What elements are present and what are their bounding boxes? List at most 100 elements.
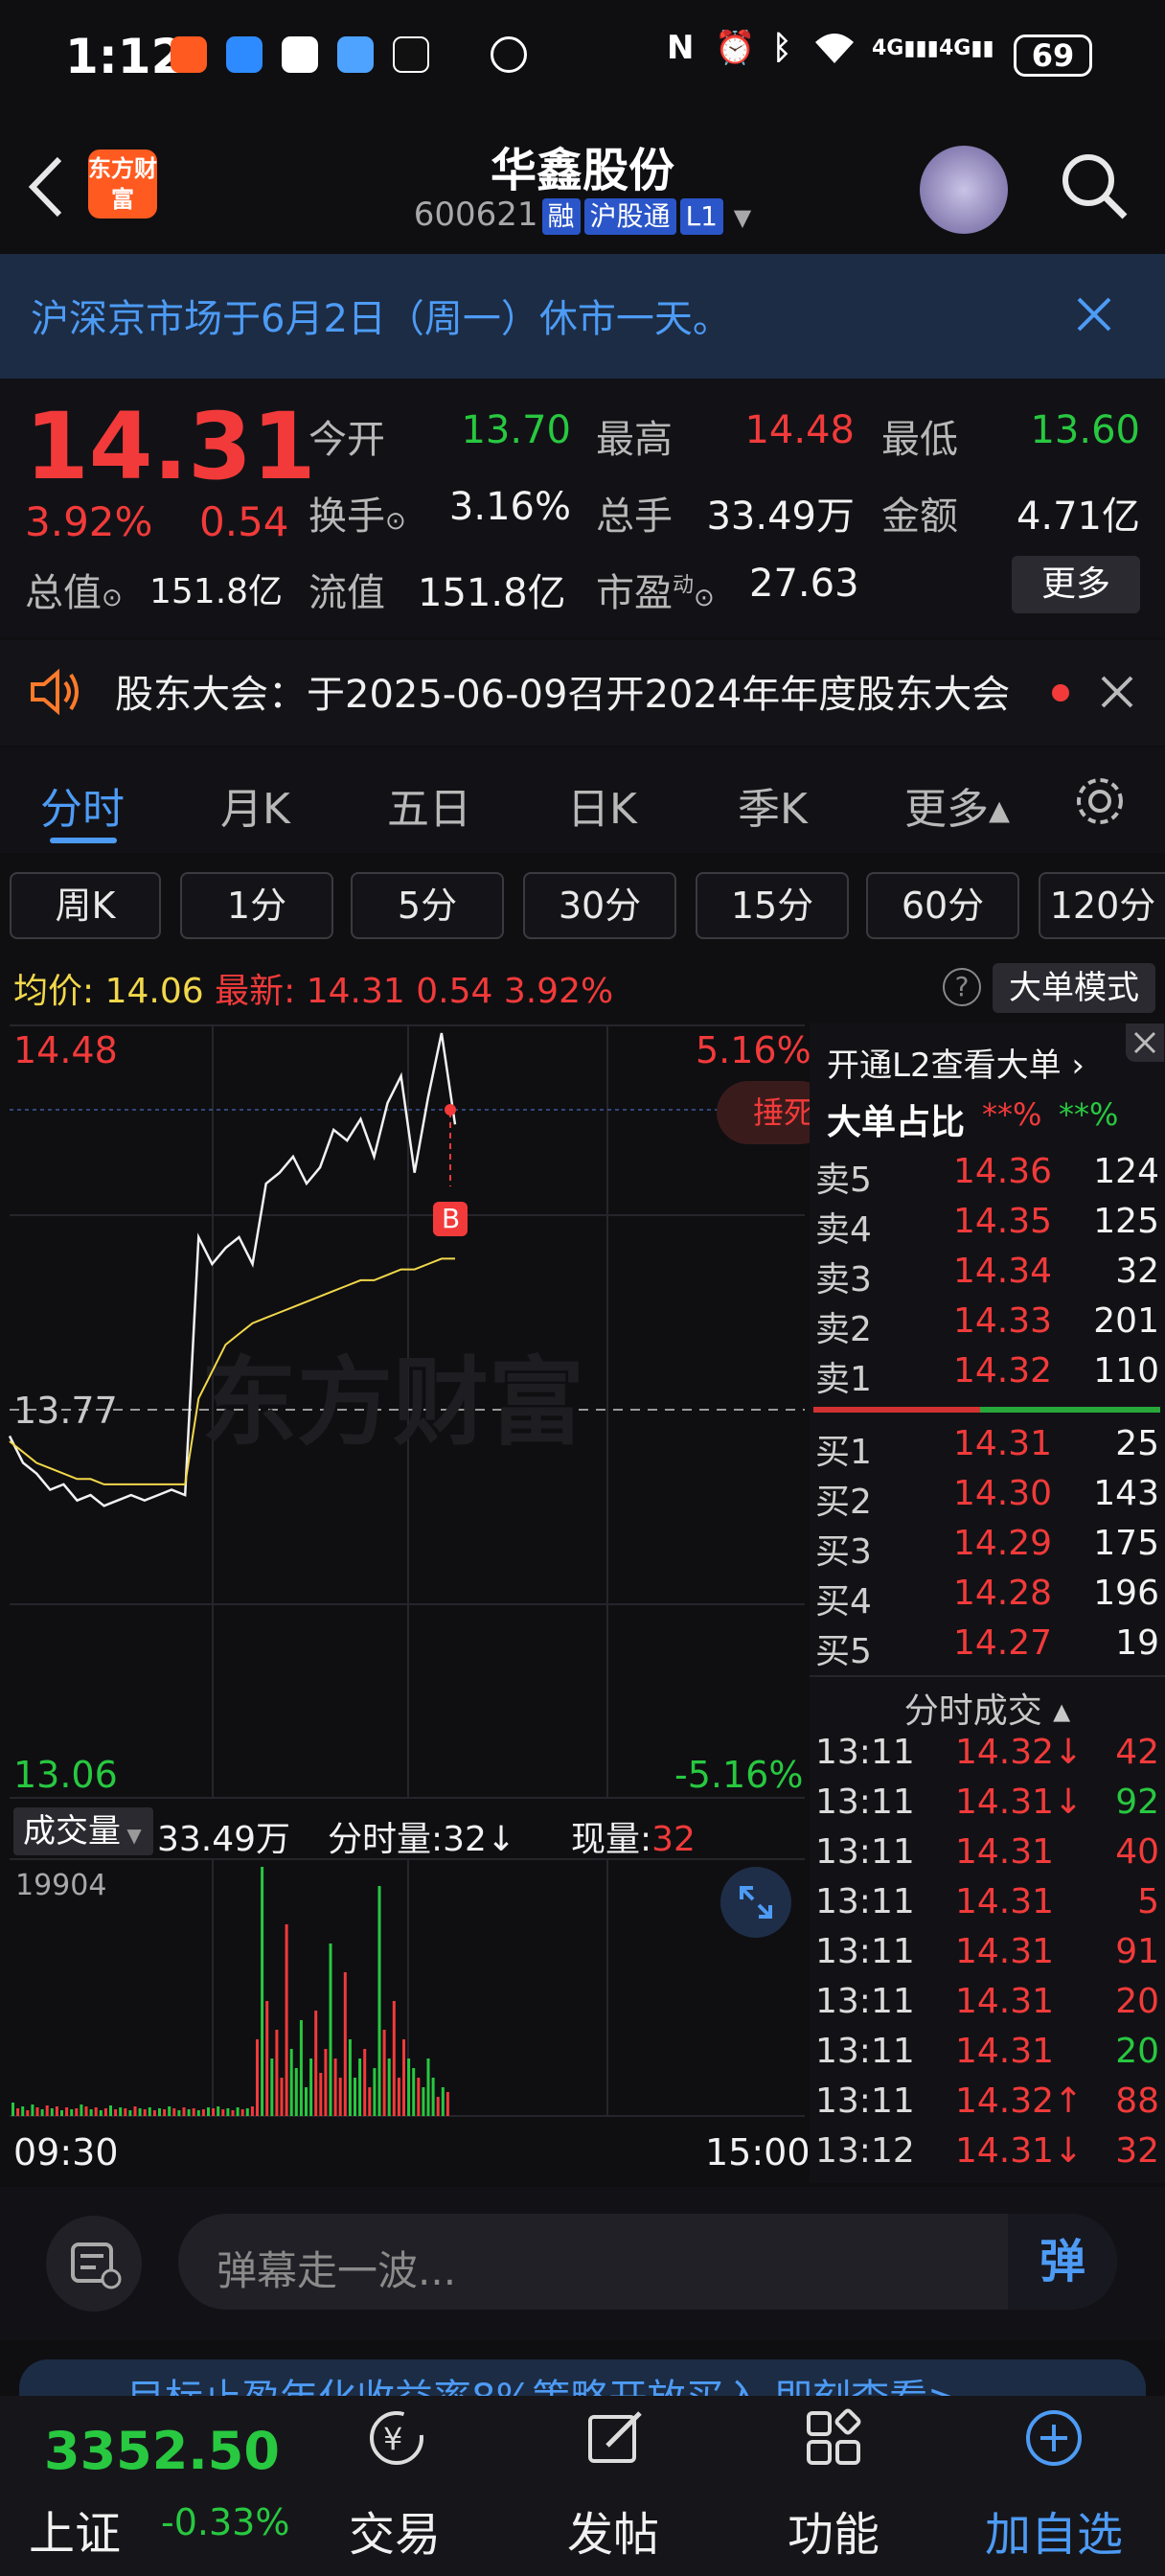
period-week[interactable]: 周K [10, 872, 161, 939]
nav-functions[interactable]: 功能 [738, 2496, 929, 2564]
volume-bar [275, 2030, 279, 2116]
big-order-red-ratio: **% [982, 1096, 1042, 1133]
volume-bar [172, 2108, 176, 2116]
tab-more[interactable]: 更多▴ [904, 774, 1010, 836]
period-5min[interactable]: 5分 [351, 872, 504, 939]
volume-bars-svg [10, 1858, 805, 2117]
low-value: 13.60 [1030, 408, 1140, 452]
period-120min[interactable]: 120分 [1039, 872, 1165, 939]
open-label: 今开 [308, 418, 385, 462]
tick-row: 13:11 14.32↑ 88 [810, 2082, 1165, 2131]
tick-time: 13:11 [815, 1733, 915, 1772]
volume-bar [445, 2092, 449, 2116]
status-time: 1:12 [65, 29, 185, 84]
volume-indicator-select[interactable]: 成交量 ▼ [13, 1807, 153, 1855]
tick-time: 13:11 [815, 1832, 915, 1872]
period-60min[interactable]: 60分 [866, 872, 1019, 939]
more-button[interactable]: 更多 [1012, 556, 1140, 613]
tab-monthly-k[interactable]: 月K [220, 774, 290, 836]
settings-gear-icon[interactable] [1071, 772, 1129, 834]
volume-bar [196, 2110, 200, 2116]
volume-bar [212, 2108, 216, 2116]
volume-bar [109, 2105, 112, 2116]
tab-five-day[interactable]: 五日 [387, 774, 471, 836]
volume-bar [363, 2049, 367, 2116]
ticks-header[interactable]: 分时成交 ▴ [810, 1683, 1165, 1733]
open-l2-link[interactable]: 开通L2查看大单 › [827, 1039, 1085, 1086]
watermark: 东方财富 [201, 1346, 584, 1459]
tick-price: 14.31 [955, 2032, 1055, 2071]
volume-bar [158, 2108, 161, 2116]
signal-4g-icon-2: 4G▮▮ [939, 36, 994, 60]
ask-volume: 125 [1093, 1202, 1159, 1241]
nav-trade[interactable]: 交易 [299, 2496, 491, 2564]
danmu-toggle-icon[interactable] [46, 2216, 142, 2312]
bid-price: 14.29 [953, 1524, 1053, 1563]
divider [810, 1675, 1165, 1677]
nav-add-watchlist[interactable]: 加自选 [958, 2496, 1150, 2564]
tick-volume: 5 [1137, 1882, 1159, 1921]
close-big-order-icon[interactable] [1126, 1024, 1164, 1062]
last-price: 14.31 [25, 393, 316, 500]
high-label: 最高 [596, 418, 673, 462]
pe-value: 27.63 [749, 562, 859, 606]
intraday-chart[interactable]: 东方财富 B 捶死 14.48 13.77 13.06 5.16% -5.16% [0, 1024, 832, 1807]
index-value[interactable]: 3352.50 [44, 2421, 280, 2481]
change-pct: 3.92% [25, 498, 153, 545]
ask-level-label: 卖5 [815, 1161, 872, 1200]
volume-bar [265, 2001, 269, 2116]
tick-time: 13:11 [815, 2032, 915, 2071]
tab-underline [50, 838, 117, 843]
tick-volume: 91 [1115, 1932, 1159, 1971]
send-danmu-button[interactable]: 弹 [1008, 2214, 1117, 2310]
ask-strength-bar [813, 1407, 980, 1413]
ask-price: 14.35 [953, 1202, 1053, 1241]
volume-bar [148, 2107, 151, 2116]
tab-quarterly-k[interactable]: 季K [738, 774, 808, 836]
high-value: 14.48 [744, 408, 855, 452]
volume-bar [11, 2103, 14, 2116]
app-notification-icon [171, 36, 207, 73]
volume-bar [309, 2058, 313, 2116]
volume-bar [338, 2078, 342, 2116]
volume-bar [75, 2108, 79, 2116]
tick-time: 13:11 [815, 1932, 915, 1971]
expand-chart-icon[interactable] [720, 1867, 791, 1938]
pe-label: 市盈动⊙ [596, 571, 715, 615]
search-icon[interactable] [1058, 150, 1131, 226]
robot-assistant-icon[interactable] [920, 146, 1008, 234]
volume-bar [382, 2030, 386, 2116]
volume-bar [261, 1867, 264, 2116]
ask-volume: 201 [1093, 1301, 1159, 1341]
danmu-input[interactable]: 弹幕走一波... 弹 [178, 2214, 1117, 2310]
turnover-label: 换手⊙ [308, 494, 406, 539]
bid-price: 14.28 [953, 1574, 1053, 1613]
volume-bar [45, 2105, 49, 2116]
price-chart-svg: 东方财富 B 捶死 [0, 1024, 832, 1807]
tick-volume: 20 [1115, 2032, 1159, 2071]
tick-price: 14.32↓ [955, 1733, 1084, 1772]
tab-daily-k[interactable]: 日K [567, 774, 637, 836]
period-1min[interactable]: 1分 [180, 872, 333, 939]
margin-tag: 融 [541, 198, 581, 235]
y-top-label: 14.48 [13, 1029, 118, 1071]
period-15min[interactable]: 15分 [696, 872, 849, 939]
close-notice-icon[interactable] [1075, 295, 1113, 337]
bid-row: 买5 14.27 19 [810, 1623, 1165, 1673]
volume-bar [226, 2108, 230, 2116]
volume-bar [329, 1944, 332, 2116]
volume-bar [348, 2039, 352, 2116]
tab-intraday[interactable]: 分时 [40, 774, 125, 836]
nav-post[interactable]: 发帖 [517, 2496, 709, 2564]
period-30min[interactable]: 30分 [523, 872, 676, 939]
volume-bar [392, 2001, 396, 2116]
info-icon: ⊙ [102, 584, 123, 612]
ask-price: 14.33 [953, 1301, 1053, 1341]
volume-bar [201, 2109, 205, 2116]
big-order-mode-button[interactable]: 大单模式 [993, 963, 1155, 1013]
volume-bar [270, 2058, 274, 2116]
help-icon[interactable]: ? [943, 968, 981, 1006]
volume-value: 33.49万 [706, 494, 855, 539]
close-announcement-icon[interactable] [1100, 675, 1134, 713]
ask-level-label: 卖2 [815, 1310, 872, 1349]
